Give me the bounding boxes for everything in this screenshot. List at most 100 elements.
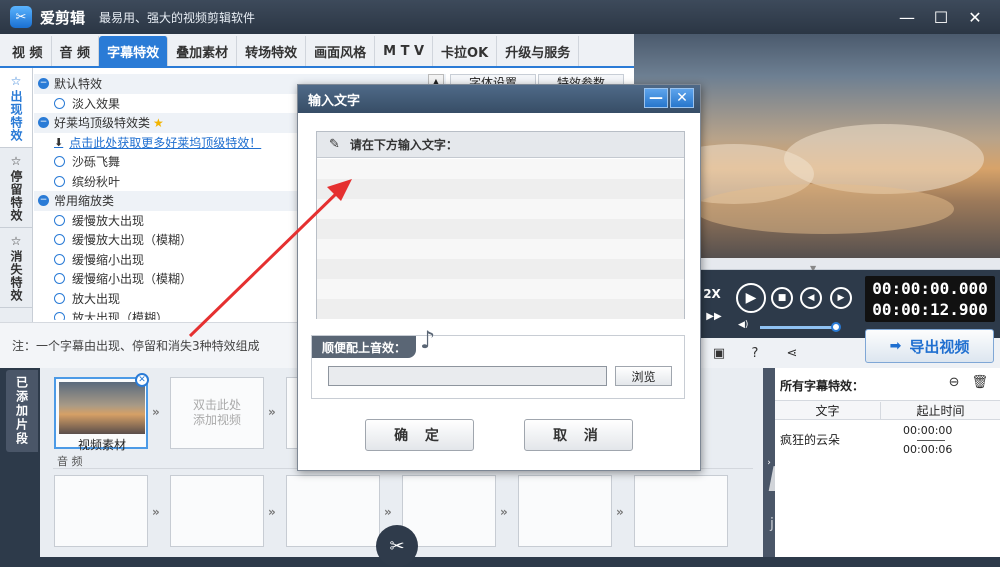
arrow-icon: » (500, 505, 508, 519)
time-divider (917, 440, 945, 441)
arrow-icon: » (384, 505, 392, 519)
text-input-field[interactable] (317, 159, 684, 319)
prev-frame-icon[interactable]: ◀ (800, 287, 822, 309)
radio-icon[interactable] (54, 253, 65, 265)
ok-button[interactable]: 确 定 (365, 419, 474, 451)
radio-icon[interactable] (54, 97, 65, 109)
clip-video-material[interactable]: 视频素材 (54, 377, 148, 452)
radio-icon[interactable] (54, 214, 65, 226)
arrow-icon: » (268, 505, 276, 519)
radio-icon[interactable] (54, 273, 65, 285)
col-time: 起止时间 (880, 401, 1000, 419)
clip-thumbnail (59, 382, 145, 434)
tab-transition[interactable]: 转场特效 (237, 36, 307, 66)
time-display: 00:00:00.000 00:00:12.900 (865, 276, 995, 322)
share-icon[interactable]: ⋖ (783, 344, 801, 362)
tab-video[interactable]: 视 频 (4, 36, 52, 66)
audio-slot[interactable] (402, 475, 496, 547)
tab-overlay[interactable]: 叠加素材 (168, 36, 238, 66)
audio-path-input[interactable] (328, 366, 607, 386)
audio-slot[interactable] (634, 475, 728, 547)
remove-clip-icon[interactable]: ✕ (135, 373, 149, 387)
text-input-area[interactable]: ✎ 请在下方输入文字： (316, 131, 685, 319)
audio-tag: 顺便配上音效： (312, 336, 417, 358)
play-icon[interactable]: ▶ (736, 283, 766, 313)
maximize-icon[interactable]: ☐ (924, 4, 958, 30)
dialog-minimize-icon[interactable]: — (644, 88, 668, 108)
export-video-button[interactable]: ➡ 导出视频 (865, 329, 994, 363)
fast-forward-icon[interactable]: ▶▶ (704, 308, 724, 324)
title-bar: ✂ 爱剪辑 最易用、强大的视频剪辑软件 — ☐ ✕ (0, 0, 1000, 34)
collapse-icon[interactable]: − (38, 78, 49, 90)
empty-clip-slot[interactable]: 双击此处 添加视频 (170, 377, 264, 449)
save-icon[interactable]: ▣ (710, 344, 728, 362)
back-icon[interactable]: ⊖ (949, 375, 960, 390)
vtab-disappear[interactable]: ☆ 消失特效 (0, 228, 32, 308)
next-frame-icon[interactable]: ▶ (830, 287, 852, 309)
speed-button[interactable]: 2X (700, 282, 724, 306)
radio-icon[interactable] (54, 312, 65, 320)
radio-icon[interactable] (54, 175, 65, 187)
audio-slot[interactable] (286, 475, 380, 547)
input-text-dialog: 输入文字 — ✕ ✎ 请在下方输入文字： 顺便配上音效： ♪ 浏览 确 定 取 … (297, 84, 701, 471)
input-header: ✎ 请在下方输入文字： (317, 132, 684, 158)
volume-knob[interactable] (831, 322, 841, 332)
main-tabs: 视 频 音 频 字幕特效 叠加素材 转场特效 画面风格 M T V 卡拉OK 升… (0, 34, 634, 68)
audio-slot[interactable] (170, 475, 264, 547)
download-icon: ⬇ (54, 135, 64, 149)
audio-slot[interactable] (54, 475, 148, 547)
tab-mtv[interactable]: M T V (375, 36, 434, 66)
app-logo-icon: ✂ (10, 6, 32, 28)
empty-clip-label: 双击此处 添加视频 (192, 398, 241, 427)
added-clips-tab[interactable]: 已添加片段 (6, 370, 38, 452)
minimize-icon[interactable]: — (890, 4, 924, 30)
audio-slot[interactable] (518, 475, 612, 547)
scissors-icon[interactable]: ✂ (376, 525, 418, 567)
radio-icon[interactable] (54, 292, 65, 304)
watermark-url: jingyan.baidu.com (770, 516, 900, 532)
cancel-button[interactable]: 取 消 (524, 419, 633, 451)
export-icon: ➡ (889, 338, 902, 354)
tab-upgrade[interactable]: 升级与服务 (497, 36, 580, 66)
collapse-icon[interactable]: − (38, 117, 49, 129)
stop-icon[interactable]: ■ (771, 287, 793, 309)
star-icon: ☆ (10, 153, 22, 168)
star-icon: ★ (153, 115, 164, 130)
volume-slider[interactable]: ◀) (738, 320, 848, 332)
close-icon[interactable]: ✕ (958, 4, 992, 30)
app-slogan: 最易用、强大的视频剪辑软件 (99, 10, 256, 25)
volume-icon[interactable]: ◀) (738, 320, 748, 330)
radio-icon[interactable] (54, 234, 65, 246)
clip-name: 视频素材 (77, 438, 126, 452)
player-controls: 2X ▶▶ ▶ ■ ◀ ▶ 00:00:00.000 00:00:12.900 … (700, 270, 1000, 338)
total-time: 00:00:12.900 (872, 300, 988, 319)
arrow-icon: » (616, 505, 624, 519)
arrow-icon: » (152, 405, 160, 419)
tab-audio[interactable]: 音 频 (52, 36, 100, 66)
tab-karaoke[interactable]: 卡拉OK (433, 36, 498, 66)
dialog-close-icon[interactable]: ✕ (670, 88, 694, 108)
edit-icon: ✎ (329, 137, 340, 152)
radio-icon[interactable] (54, 156, 65, 168)
cloud-shape (694, 184, 954, 234)
vtab-stay[interactable]: ☆ 停留特效 (0, 148, 32, 228)
tab-style[interactable]: 画面风格 (306, 36, 376, 66)
browse-button[interactable]: 浏览 (615, 366, 672, 386)
panel-table-header: 文字 起止时间 (775, 400, 1000, 420)
arrow-icon: » (152, 505, 160, 519)
volume-track[interactable] (760, 326, 836, 329)
help-icon[interactable]: ? (746, 344, 764, 362)
dialog-title: 输入文字 — ✕ (298, 85, 700, 113)
col-text: 文字 (815, 403, 840, 418)
current-time: 00:00:00.000 (872, 279, 988, 298)
app-name: 爱剪辑 (40, 8, 86, 27)
vtab-appear[interactable]: ☆ 出现特效 (0, 68, 32, 148)
watermark-brand: Baidu 经验 (768, 460, 957, 500)
star-icon: ☆ (10, 73, 22, 88)
tab-subtitle-effects[interactable]: 字幕特效 (99, 36, 169, 66)
panel-title: 所有字幕特效： (780, 379, 865, 393)
trash-icon[interactable]: 🗑 (971, 375, 988, 390)
collapse-icon[interactable]: − (38, 195, 49, 207)
music-note-icon: ♪ (420, 326, 436, 354)
row-text: 疯狂的云朵 (780, 433, 841, 447)
